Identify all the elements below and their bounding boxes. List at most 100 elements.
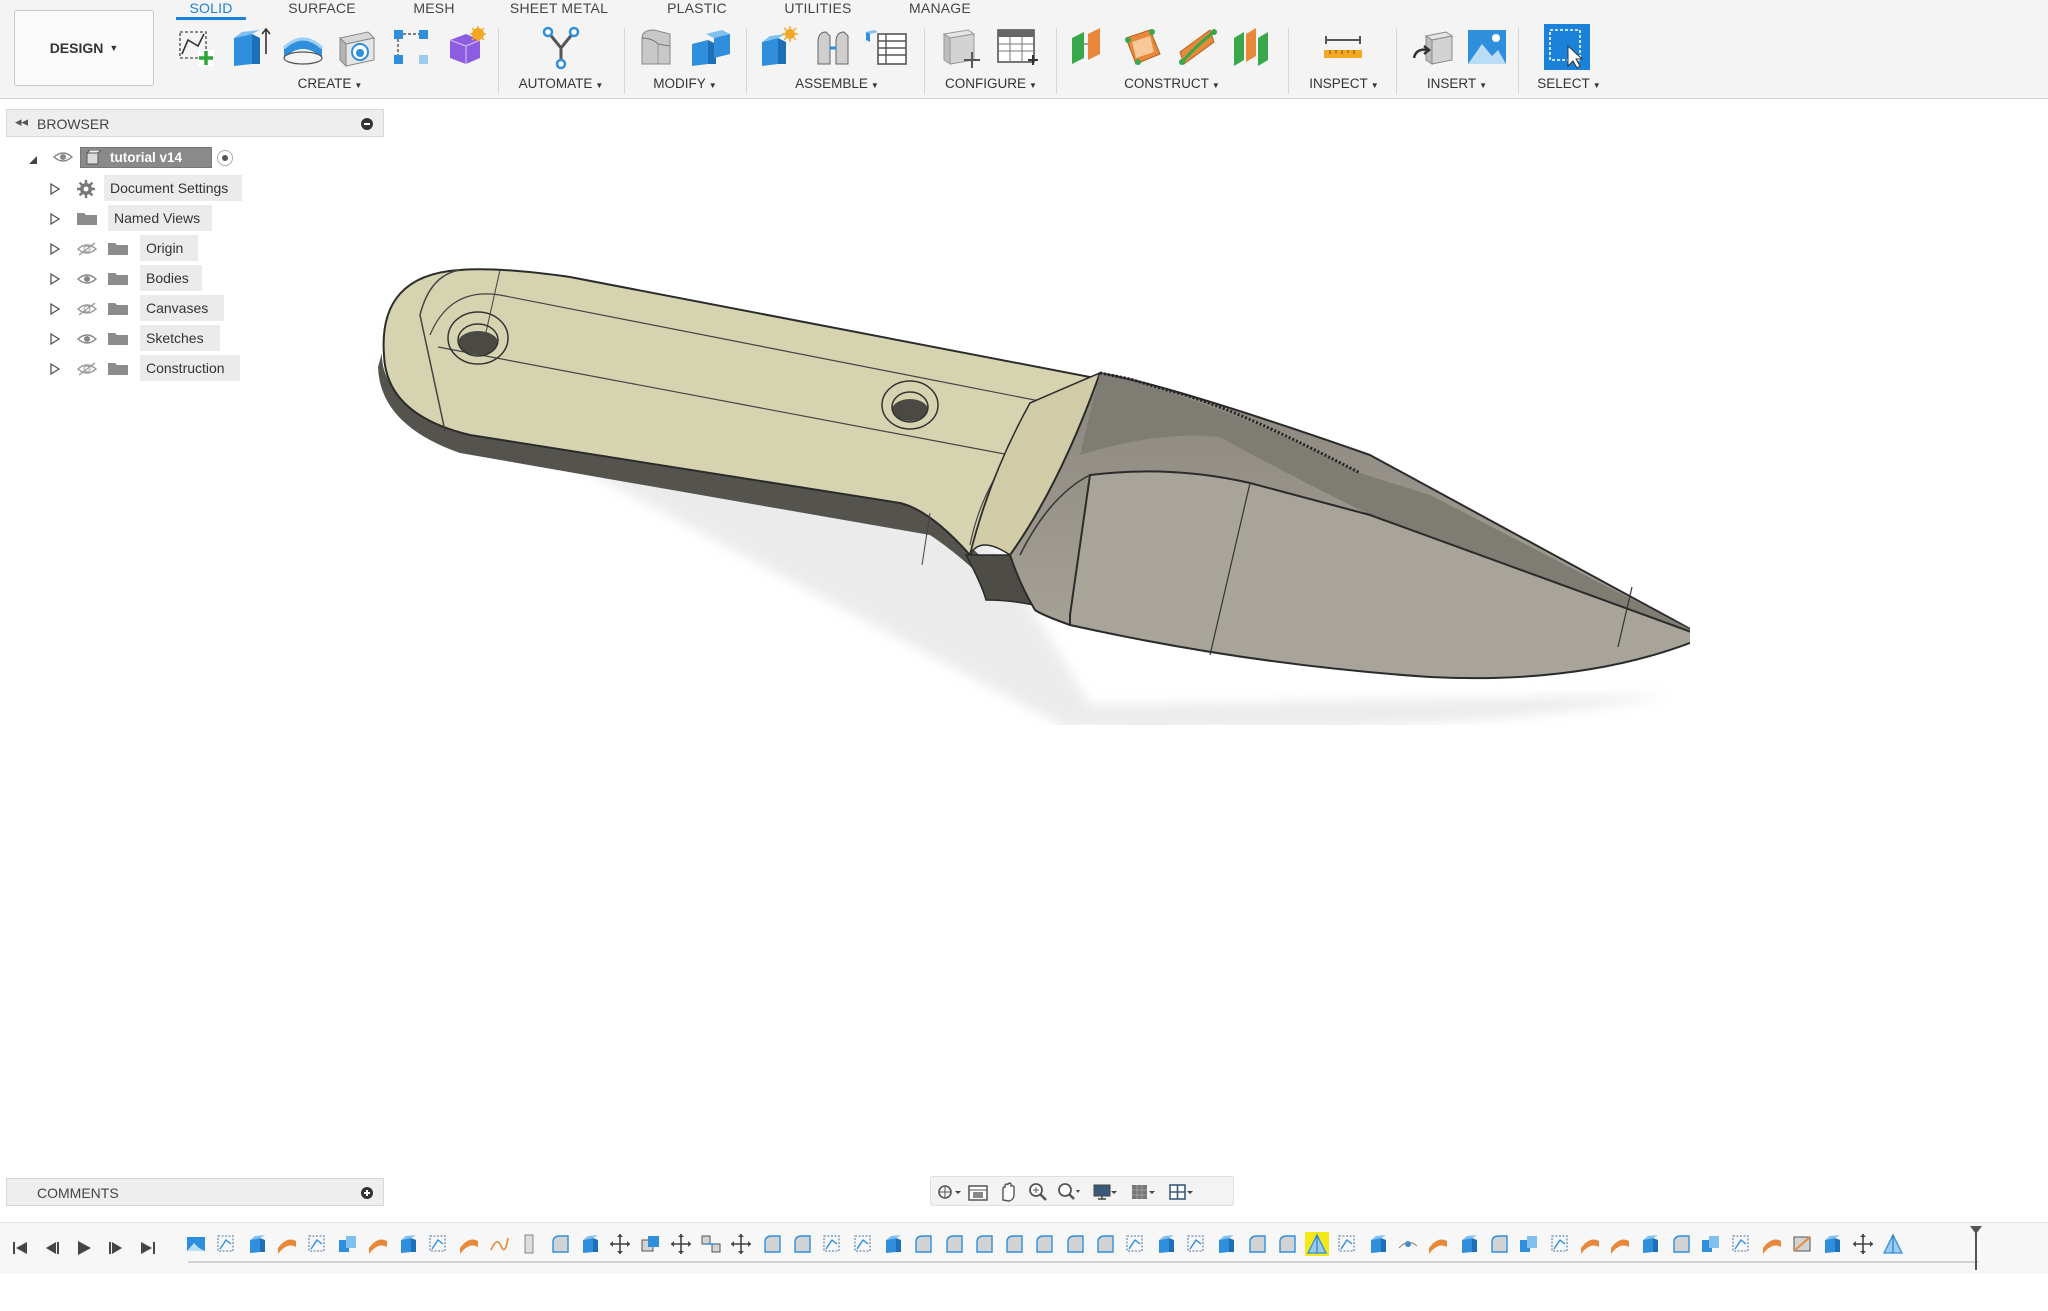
timeline-sketch-icon[interactable] (1335, 1232, 1359, 1256)
step-back-icon[interactable] (42, 1238, 62, 1258)
timeline-spline-icon[interactable] (487, 1232, 511, 1256)
modify-menu[interactable]: MODIFY ▼ (630, 76, 740, 91)
visibility-eye-icon[interactable] (76, 332, 98, 346)
timeline-combine-icon[interactable] (1699, 1232, 1723, 1256)
timeline-sketch-icon[interactable] (851, 1232, 875, 1256)
create-menu[interactable]: CREATE ▼ (170, 76, 490, 91)
create-sketch-icon[interactable] (172, 24, 218, 70)
timeline-fillet-icon[interactable] (1093, 1232, 1117, 1256)
insert-menu[interactable]: INSERT ▼ (1402, 76, 1512, 91)
zoom-icon[interactable] (1025, 1180, 1051, 1204)
timeline-align-icon[interactable] (699, 1232, 723, 1256)
timeline-extrude-icon[interactable] (396, 1232, 420, 1256)
insert-mesh-icon[interactable] (1410, 24, 1456, 70)
timeline-move-icon[interactable] (669, 1232, 693, 1256)
timeline-combine-icon[interactable] (336, 1232, 360, 1256)
timeline-fillet-icon[interactable] (1275, 1232, 1299, 1256)
timeline-fillet-icon[interactable] (1002, 1232, 1026, 1256)
tangent-plane-icon[interactable] (1174, 24, 1220, 70)
timeline-draft-icon[interactable] (1881, 1232, 1905, 1256)
tree-item-bodies[interactable]: Bodies (140, 265, 202, 291)
hidden-eye-icon[interactable] (76, 362, 98, 376)
fit-icon[interactable] (1055, 1180, 1081, 1204)
pattern-icon[interactable] (388, 24, 434, 70)
tree-item-document-settings[interactable]: Document Settings (104, 175, 242, 201)
timeline-fillet-icon[interactable] (1063, 1232, 1087, 1256)
step-forward-icon[interactable] (106, 1238, 126, 1258)
timeline-fillet-icon[interactable] (1245, 1232, 1269, 1256)
timeline-canvas-icon[interactable] (184, 1232, 208, 1256)
combine-icon[interactable] (688, 24, 734, 70)
grid-settings-icon[interactable] (1129, 1180, 1155, 1204)
skip-to-end-icon[interactable] (138, 1238, 158, 1258)
revolve-icon[interactable] (280, 24, 326, 70)
expand-triangle-icon[interactable] (50, 242, 61, 256)
new-component-icon[interactable] (756, 24, 802, 70)
pan-icon[interactable] (995, 1180, 1021, 1204)
timeline-extrude-icon[interactable] (1638, 1232, 1662, 1256)
minimize-browser-icon[interactable] (361, 118, 373, 130)
midplane-icon[interactable] (1228, 24, 1274, 70)
select-menu[interactable]: SELECT ▼ (1524, 76, 1614, 91)
timeline-end-marker[interactable] (1970, 1226, 1982, 1270)
add-comment-icon[interactable] (361, 1187, 373, 1199)
skip-to-start-icon[interactable] (10, 1238, 30, 1258)
timeline-fillet-icon[interactable] (760, 1232, 784, 1256)
tab-plastic[interactable]: PLASTIC (658, 0, 736, 20)
timeline-sketch-icon[interactable] (1548, 1232, 1572, 1256)
offset-plane-icon[interactable] (1066, 24, 1112, 70)
play-icon[interactable] (74, 1238, 94, 1258)
visibility-eye-icon[interactable] (76, 272, 98, 286)
timeline-surface-icon[interactable] (1578, 1232, 1602, 1256)
tree-item-canvases[interactable]: Canvases (140, 295, 224, 321)
timeline-fillet-icon[interactable] (972, 1232, 996, 1256)
hole-icon[interactable] (334, 24, 380, 70)
construct-menu[interactable]: CONSTRUCT ▼ (1062, 76, 1282, 91)
tab-mesh[interactable]: MESH (404, 0, 464, 20)
timeline-extrude-icon[interactable] (1366, 1232, 1390, 1256)
timeline-sketch-icon[interactable] (214, 1232, 238, 1256)
timeline-combine-icon[interactable] (1517, 1232, 1541, 1256)
timeline-extrude-icon[interactable] (245, 1232, 269, 1256)
look-at-icon[interactable] (965, 1180, 991, 1204)
timeline-surface-icon[interactable] (1760, 1232, 1784, 1256)
tab-solid[interactable]: SOLID (176, 0, 246, 20)
timeline-extrude-icon[interactable] (1820, 1232, 1844, 1256)
hidden-eye-icon[interactable] (76, 242, 98, 256)
press-pull-icon[interactable] (634, 24, 680, 70)
automate-menu[interactable]: AUTOMATE ▼ (504, 76, 618, 91)
inspect-menu[interactable]: INSPECT ▼ (1294, 76, 1394, 91)
visibility-eye-icon[interactable] (52, 150, 74, 164)
viewports-icon[interactable] (1167, 1180, 1193, 1204)
timeline-sketch-icon[interactable] (1184, 1232, 1208, 1256)
timeline-extrude-icon[interactable] (1457, 1232, 1481, 1256)
expand-triangle-icon[interactable] (50, 302, 61, 316)
timeline-fillet-icon[interactable] (1487, 1232, 1511, 1256)
expand-triangle-icon[interactable] (28, 152, 38, 164)
parameters-icon[interactable] (938, 24, 984, 70)
timeline-fillet-icon[interactable] (911, 1232, 935, 1256)
expand-triangle-icon[interactable] (50, 332, 61, 346)
timeline-sketch-icon[interactable] (305, 1232, 329, 1256)
timeline-sketch-icon[interactable] (820, 1232, 844, 1256)
timeline-sketch-icon[interactable] (1123, 1232, 1147, 1256)
select-icon[interactable] (1544, 24, 1590, 70)
timeline-fillet-icon[interactable] (548, 1232, 572, 1256)
joint-icon[interactable] (810, 24, 856, 70)
tab-utilities[interactable]: UTILITIES (776, 0, 860, 20)
measure-icon[interactable] (1320, 24, 1366, 70)
create-form-icon[interactable] (442, 24, 488, 70)
tree-item-named-views[interactable]: Named Views (108, 205, 212, 231)
tree-item-sketches[interactable]: Sketches (140, 325, 220, 351)
timeline-fillet-icon[interactable] (1669, 1232, 1693, 1256)
orbit-icon[interactable] (935, 1180, 961, 1204)
timeline-surface-icon[interactable] (275, 1232, 299, 1256)
tree-item-construction[interactable]: Construction (140, 355, 240, 381)
timeline-move-icon[interactable] (1851, 1232, 1875, 1256)
timeline-move-icon[interactable] (608, 1232, 632, 1256)
knife-model[interactable] (370, 255, 1690, 725)
hidden-eye-icon[interactable] (76, 302, 98, 316)
display-settings-icon[interactable] (1091, 1180, 1117, 1204)
timeline-move-icon[interactable] (729, 1232, 753, 1256)
expand-triangle-icon[interactable] (50, 362, 61, 376)
